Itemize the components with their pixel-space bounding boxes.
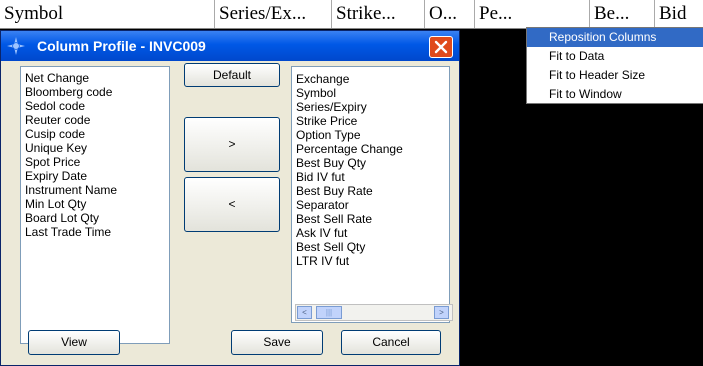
column-header-percentage[interactable]: Pe...	[475, 0, 590, 28]
grid-header: Symbol Series/Ex... Strike... O... Pe...…	[0, 0, 703, 29]
selected-columns-list[interactable]: Exchange Symbol Series/Expiry Strike Pri…	[291, 66, 453, 323]
list-item[interactable]: Board Lot Qty	[21, 211, 169, 225]
list-item[interactable]: Net Change	[21, 71, 169, 85]
list-item[interactable]: Bloomberg code	[21, 85, 169, 99]
column-profile-dialog: Column Profile - INVC009 Net Change Bloo…	[0, 30, 460, 366]
list-item[interactable]: Option Type	[292, 128, 449, 142]
list-item[interactable]: Strike Price	[292, 114, 449, 128]
view-button[interactable]: View	[28, 330, 120, 355]
column-header-symbol[interactable]: Symbol	[0, 0, 215, 28]
remove-column-button[interactable]: <	[184, 177, 280, 232]
add-column-button[interactable]: >	[184, 117, 280, 172]
column-header-option[interactable]: O...	[425, 0, 475, 28]
close-button[interactable]	[429, 36, 453, 58]
scroll-left-arrow[interactable]: <	[297, 306, 312, 319]
list-item[interactable]: Spot Price	[21, 155, 169, 169]
list-item[interactable]: Best Buy Qty	[292, 156, 449, 170]
app-icon	[7, 37, 25, 55]
list-item[interactable]: LTR IV fut	[292, 254, 449, 268]
list-item[interactable]: Best Buy Rate	[292, 184, 449, 198]
scroll-right-arrow[interactable]: >	[434, 306, 449, 319]
list-item[interactable]: Best Sell Rate	[292, 212, 449, 226]
list-item[interactable]: Min Lot Qty	[21, 197, 169, 211]
list-item[interactable]: Instrument Name	[21, 183, 169, 197]
list-item[interactable]: Exchange	[292, 72, 449, 86]
scroll-thumb[interactable]: |||	[316, 306, 342, 319]
column-header-best[interactable]: Be...	[590, 0, 655, 28]
list-item[interactable]: Expiry Date	[21, 169, 169, 183]
list-item[interactable]: Best Sell Qty	[292, 240, 449, 254]
save-button[interactable]: Save	[231, 330, 323, 355]
horizontal-scrollbar[interactable]: < ||| >	[295, 304, 453, 321]
list-item[interactable]: Symbol	[292, 86, 449, 100]
cancel-button[interactable]: Cancel	[341, 330, 441, 355]
menu-item-fit-to-window[interactable]: Fit to Window	[527, 85, 703, 104]
list-item[interactable]: Series/Expiry	[292, 100, 449, 114]
list-item[interactable]: Last Trade Time	[21, 225, 169, 239]
column-header-series-expiry[interactable]: Series/Ex...	[215, 0, 332, 28]
list-item[interactable]: Reuter code	[21, 113, 169, 127]
dialog-title: Column Profile - INVC009	[37, 38, 206, 54]
context-menu: Reposition Columns Fit to Data Fit to He…	[526, 27, 703, 104]
available-columns-list[interactable]: Net Change Bloomberg code Sedol code Reu…	[20, 66, 170, 344]
list-item[interactable]: Separator	[292, 198, 449, 212]
list-item[interactable]: Percentage Change	[292, 142, 449, 156]
default-button[interactable]: Default	[184, 63, 280, 87]
list-item[interactable]: Ask IV fut	[292, 226, 449, 240]
column-header-bid[interactable]: Bid	[655, 0, 703, 28]
menu-item-reposition-columns[interactable]: Reposition Columns	[527, 28, 703, 47]
list-item[interactable]: Sedol code	[21, 99, 169, 113]
menu-item-fit-to-data[interactable]: Fit to Data	[527, 47, 703, 66]
list-item[interactable]: Unique Key	[21, 141, 169, 155]
menu-item-fit-to-header-size[interactable]: Fit to Header Size	[527, 66, 703, 85]
dialog-titlebar[interactable]: Column Profile - INVC009	[1, 31, 459, 61]
list-item[interactable]: Cusip code	[21, 127, 169, 141]
close-icon	[434, 40, 448, 54]
column-header-strike[interactable]: Strike...	[332, 0, 425, 28]
list-item[interactable]: Bid IV fut	[292, 170, 449, 184]
